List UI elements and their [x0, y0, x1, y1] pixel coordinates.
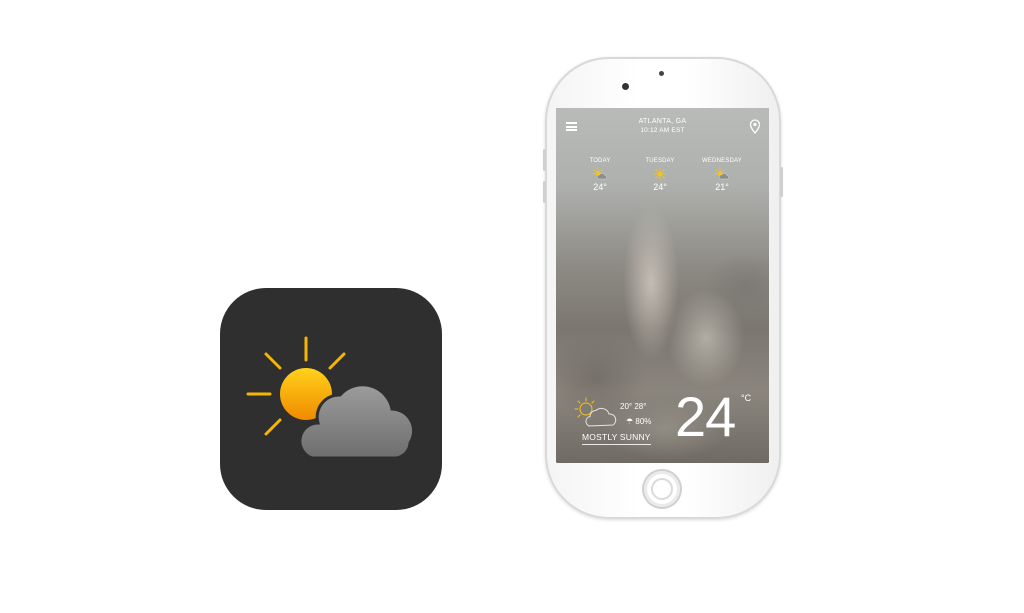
forecast-day-temp: 24°: [593, 182, 607, 192]
high-low-temp: 20° 28°: [620, 402, 647, 411]
proximity-sensor: [659, 71, 664, 76]
sunny-icon: [654, 167, 666, 181]
front-camera: [622, 83, 629, 90]
forecast-day-name: WEDNESDAY: [701, 158, 743, 164]
weather-screen: ATLANTA, GA 10:12 AM EST TODAY 24° TUESD…: [556, 108, 769, 463]
phone-frame: ATLANTA, GA 10:12 AM EST TODAY 24° TUESD…: [543, 57, 783, 519]
forecast-day-tuesday[interactable]: TUESDAY 24°: [630, 158, 690, 192]
rain-chance: ☂ 80%: [626, 417, 651, 426]
forecast-day-temp: 21°: [715, 182, 729, 192]
forecast-day-name: TODAY: [589, 158, 611, 164]
local-time: 10:12 AM EST: [640, 127, 685, 134]
forecast-day-temp: 24°: [653, 182, 667, 192]
current-temperature: 24: [675, 385, 736, 448]
forecast-day-wednesday[interactable]: WEDNESDAY 21°: [692, 158, 752, 192]
partly-sunny-icon: [714, 167, 729, 180]
temperature-unit[interactable]: °C: [741, 393, 751, 403]
weather-condition: MOSTLY SUNNY: [582, 432, 651, 445]
power-button: [780, 167, 783, 197]
home-button[interactable]: [644, 471, 680, 507]
forecast-day-today[interactable]: TODAY 24°: [570, 158, 630, 192]
forecast-day-name: TUESDAY: [645, 158, 675, 164]
volume-down-button: [543, 181, 546, 203]
partly-sunny-icon: [246, 336, 416, 460]
forecast-strip: TODAY 24° TUESDAY 24° WEDNESDAY 21°: [556, 158, 769, 208]
rain-chance-value: 80%: [635, 417, 652, 426]
umbrella-icon: ☂: [626, 417, 634, 426]
location-pin-icon[interactable]: [749, 119, 761, 134]
partly-sunny-icon: [592, 167, 607, 180]
volume-up-button: [543, 149, 546, 171]
weather-app-icon[interactable]: [220, 288, 442, 510]
partly-sunny-icon: [574, 397, 617, 427]
location-name: ATLANTA, GA: [638, 118, 687, 125]
